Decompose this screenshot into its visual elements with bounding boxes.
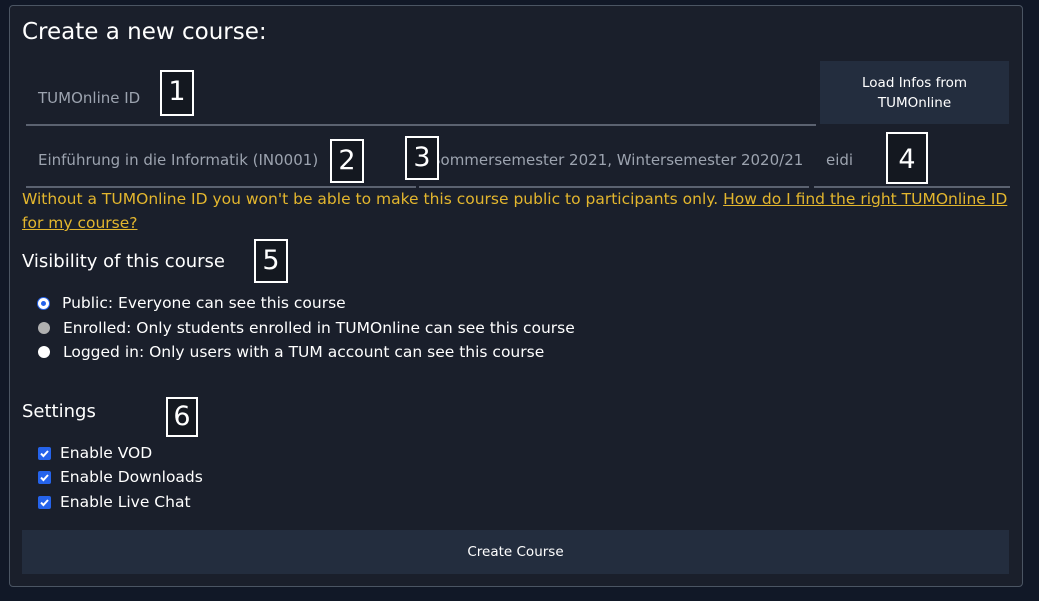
annotation-marker-1: 1 (160, 70, 194, 116)
page-title: Create a new course: (22, 19, 267, 45)
setting-enable-downloads[interactable]: Enable Downloads (38, 468, 203, 486)
course-name-placeholder: Einführung in die Informatik (IN0001) (38, 151, 319, 169)
setting-enable-vod[interactable]: Enable VOD (38, 444, 152, 462)
visibility-option-label: Public: Everyone can see this course (62, 294, 346, 312)
settings-heading: Settings (22, 401, 96, 422)
setting-label: Enable Downloads (60, 468, 203, 486)
tumonline-id-input[interactable]: TUMOnline ID (26, 72, 816, 126)
load-infos-label-line2: TUMOnline (877, 95, 952, 111)
semester-placeholder: Sommersemester 2021, Wintersemester 2020… (431, 151, 804, 169)
visibility-option-enrolled[interactable]: Enrolled: Only students enrolled in TUMO… (38, 319, 575, 337)
visibility-heading: Visibility of this course (22, 251, 225, 272)
course-slug-placeholder: eidi (826, 151, 854, 169)
visibility-option-public[interactable]: Public: Everyone can see this course (38, 294, 346, 312)
visibility-option-label: Logged in: Only users with a TUM account… (63, 343, 545, 361)
check-icon (40, 498, 49, 506)
setting-enable-live-chat[interactable]: Enable Live Chat (38, 493, 191, 511)
load-infos-label-line1: Load Infos from (862, 75, 967, 91)
create-course-button[interactable]: Create Course (22, 530, 1009, 574)
visibility-option-label: Enrolled: Only students enrolled in TUMO… (63, 319, 575, 337)
setting-label: Enable VOD (60, 444, 153, 462)
radio-logged-in[interactable] (38, 346, 50, 358)
annotation-marker-4: 4 (886, 132, 928, 184)
annotation-marker-2: 2 (330, 139, 364, 183)
radio-public[interactable] (38, 297, 49, 309)
annotation-marker-5: 5 (254, 239, 288, 283)
check-icon (40, 473, 49, 481)
load-infos-button[interactable]: Load Infos from TUMOnline (820, 61, 1009, 124)
visibility-option-logged-in[interactable]: Logged in: Only users with a TUM account… (38, 343, 544, 361)
tumonline-warning: Without a TUMOnline ID you won't be able… (22, 187, 1017, 235)
checkbox-live-chat[interactable] (38, 495, 51, 509)
setting-label: Enable Live Chat (60, 493, 191, 511)
tumonline-id-placeholder: TUMOnline ID (38, 89, 141, 107)
annotation-marker-3: 3 (405, 136, 439, 180)
semester-input[interactable]: Sommersemester 2021, Wintersemester 2020… (419, 134, 809, 188)
checkbox-vod[interactable] (38, 446, 51, 460)
checkbox-downloads[interactable] (38, 470, 51, 484)
annotation-marker-6: 6 (166, 397, 198, 437)
check-icon (40, 449, 49, 457)
tumonline-warning-text: Without a TUMOnline ID you won't be able… (22, 190, 724, 208)
radio-enrolled[interactable] (38, 322, 50, 334)
